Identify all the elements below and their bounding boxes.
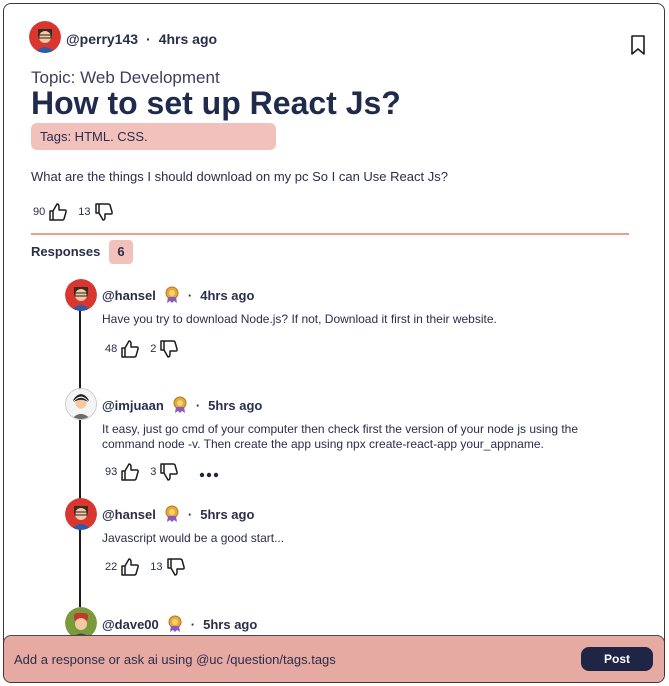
thumbs-up-icon[interactable] [120,462,140,482]
question-text: What are the things I should download on… [31,169,448,184]
response-input[interactable] [14,648,534,670]
upvote-count: 90 [33,206,46,218]
response-author[interactable]: @hansel [102,507,156,522]
page-title: How to set up React Js? [31,85,401,121]
meta-separator: · [187,287,193,303]
response-author[interactable]: @imjuaan [102,398,164,413]
response-votes: 93 3 [105,462,219,482]
divider [31,233,629,235]
response-time: 5hrs ago [203,616,258,632]
response-time: 4hrs ago [200,287,255,303]
thumbs-down-icon[interactable] [159,462,179,482]
downvote-count: 13 [78,206,91,218]
author-name[interactable]: @perry143 [66,31,138,47]
responses-count-badge: 6 [109,240,133,264]
downvote-count: 3 [150,466,157,478]
thumbs-down-icon[interactable] [159,339,179,359]
response-meta: @dave00 · 5hrs ago [102,615,257,633]
downvote-count: 2 [150,343,157,355]
response-meta: @hansel · 4hrs ago [102,286,254,304]
responses-label: Responses [31,244,101,259]
response-votes: 22 13 [105,557,196,577]
post-time: 4hrs ago [158,31,218,47]
response-time: 5hrs ago [208,397,263,413]
thumbs-up-icon[interactable] [120,557,140,577]
thumbs-up-icon[interactable] [48,202,68,222]
award-badge-icon [164,505,180,523]
author-avatar[interactable] [29,21,61,53]
upvote-count: 48 [105,343,118,355]
response-author[interactable]: @hansel [102,288,156,303]
thumbs-down-icon[interactable] [166,557,186,577]
award-badge-icon [164,286,180,304]
downvote-count: 13 [150,561,163,573]
bookmark-icon[interactable] [630,35,646,55]
response-avatar[interactable] [65,498,97,530]
response-time: 5hrs ago [200,506,255,522]
response-composer: Post [4,635,664,682]
award-badge-icon [167,615,183,633]
meta-separator: · [146,31,151,47]
thread-line [79,309,81,607]
award-badge-icon [172,396,188,414]
post-button[interactable]: Post [581,647,653,671]
thumbs-up-icon[interactable] [120,339,140,359]
meta-separator: · [195,397,201,413]
tags-pill[interactable]: Tags: HTML. CSS. [31,123,276,150]
question-card: @perry143 · 4hrs ago Topic: Web Developm… [3,3,665,683]
response-text: Javascript would be a good start... [102,531,285,545]
response-votes: 48 2 [105,339,189,359]
post-meta: @perry143 · 4hrs ago [66,31,217,47]
upvote-count: 93 [105,466,118,478]
thumbs-down-icon[interactable] [94,202,114,222]
response-text: Have you try to download Node.js? If not… [102,312,497,326]
response-text: It easy, just go cmd of your computer th… [102,422,579,451]
more-options-icon[interactable] [199,469,219,478]
upvote-count: 22 [105,561,118,573]
meta-separator: · [190,616,196,632]
response-avatar[interactable] [65,279,97,311]
post-votes: 90 13 [33,202,124,222]
meta-separator: · [187,506,193,522]
response-meta: @hansel · 5hrs ago [102,505,254,523]
response-meta: @imjuaan · 5hrs ago [102,396,262,414]
response-author[interactable]: @dave00 [102,617,159,632]
response-avatar[interactable] [65,388,97,420]
